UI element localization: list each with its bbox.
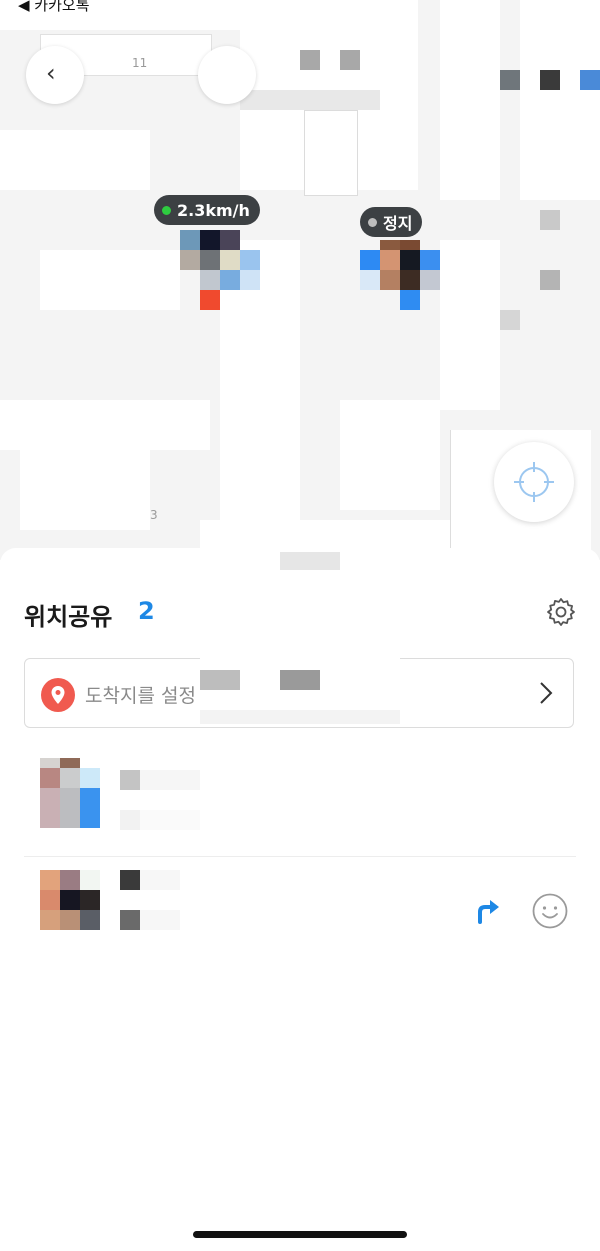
member-marker-pixel bbox=[400, 270, 420, 290]
location-pin-icon bbox=[41, 678, 75, 712]
speed-label: 2.3km/h bbox=[177, 200, 250, 220]
redacted-pixel bbox=[200, 670, 240, 690]
member-marker-pixel bbox=[380, 270, 400, 290]
member-marker-pixel bbox=[200, 250, 220, 270]
map-action-button[interactable] bbox=[198, 46, 256, 104]
member-marker-pixel bbox=[180, 250, 200, 270]
map-back-button[interactable]: ‹ bbox=[26, 46, 84, 104]
member-marker-pixel bbox=[420, 270, 440, 290]
map-building bbox=[20, 450, 150, 530]
redacted-pixel bbox=[300, 50, 320, 70]
sheet-drag-handle[interactable] bbox=[280, 552, 340, 570]
address-number: 11 bbox=[132, 56, 148, 70]
member-status bbox=[120, 910, 200, 930]
redacted-pixel bbox=[540, 70, 560, 90]
member-marker-pixel bbox=[400, 290, 420, 310]
member-name bbox=[120, 870, 200, 890]
member-marker-pixel bbox=[220, 250, 240, 270]
speed-chip[interactable]: 2.3km/h bbox=[154, 195, 260, 225]
member-marker-pixel bbox=[220, 270, 240, 290]
avatar bbox=[40, 758, 100, 828]
stopped-status-dot bbox=[368, 217, 377, 227]
back-to-app-link[interactable]: ◀ 카카오톡 bbox=[18, 0, 90, 15]
moving-status-dot bbox=[162, 205, 171, 215]
map-building bbox=[340, 400, 440, 510]
chevron-left-icon: ‹ bbox=[46, 59, 56, 87]
member-marker-pixel bbox=[200, 230, 220, 250]
sheet-title: 위치공유 bbox=[24, 603, 113, 631]
member-name bbox=[120, 770, 200, 790]
list-divider bbox=[24, 856, 576, 857]
member-marker-pixel bbox=[360, 270, 380, 290]
stopped-chip[interactable]: 정지 bbox=[360, 207, 423, 237]
smiley-icon[interactable] bbox=[532, 893, 568, 929]
redacted-pixel bbox=[240, 90, 380, 110]
avatar bbox=[40, 870, 100, 930]
map-building bbox=[40, 250, 180, 310]
member-marker-pixel bbox=[400, 250, 420, 270]
destination-placeholder: 도착지를 설정 bbox=[85, 685, 196, 707]
map-building bbox=[0, 130, 150, 190]
redacted-pixel bbox=[280, 670, 320, 690]
member-marker-pixel bbox=[360, 250, 380, 270]
member-marker-pixel bbox=[420, 250, 440, 270]
map-building bbox=[440, 0, 500, 200]
member-marker-pixel bbox=[200, 270, 220, 290]
redacted-pixel bbox=[540, 270, 560, 290]
turn-arrow-icon[interactable] bbox=[476, 898, 500, 924]
location-share-sheet: 위치공유 2 도착지를 설정 bbox=[0, 548, 600, 1251]
member-marker-pixel bbox=[180, 230, 200, 250]
member-marker-pixel bbox=[240, 250, 260, 270]
member-row[interactable] bbox=[24, 758, 576, 838]
redacted-pixel bbox=[200, 710, 400, 724]
member-marker-pixel bbox=[200, 290, 220, 310]
stopped-label: 정지 bbox=[383, 214, 413, 233]
redacted-pixel bbox=[500, 70, 520, 90]
member-marker-pixel bbox=[240, 270, 260, 290]
my-location-button[interactable] bbox=[494, 442, 574, 522]
redacted-pixel bbox=[500, 310, 520, 330]
member-count: 2 bbox=[138, 597, 155, 625]
redacted-pixel bbox=[340, 50, 360, 70]
member-marker-pixel bbox=[380, 240, 400, 250]
member-status bbox=[120, 810, 200, 830]
map-building bbox=[0, 400, 210, 450]
map-building bbox=[304, 110, 358, 196]
home-indicator[interactable] bbox=[193, 1231, 407, 1238]
chevron-right-icon bbox=[540, 682, 553, 704]
member-marker-pixel bbox=[220, 230, 240, 250]
redacted-pixel bbox=[580, 70, 600, 90]
redacted-pixel bbox=[540, 210, 560, 230]
crosshair-icon bbox=[514, 462, 554, 502]
map-building bbox=[520, 0, 600, 200]
gear-icon[interactable] bbox=[545, 596, 577, 628]
address-number: 3 bbox=[150, 508, 158, 522]
member-marker-pixel bbox=[380, 250, 400, 270]
member-marker-pixel bbox=[400, 240, 420, 250]
map-building bbox=[440, 240, 500, 410]
map-view[interactable]: ◀ 카카오톡 ‹ 11 3 2.3km/h 정지 bbox=[0, 0, 600, 560]
